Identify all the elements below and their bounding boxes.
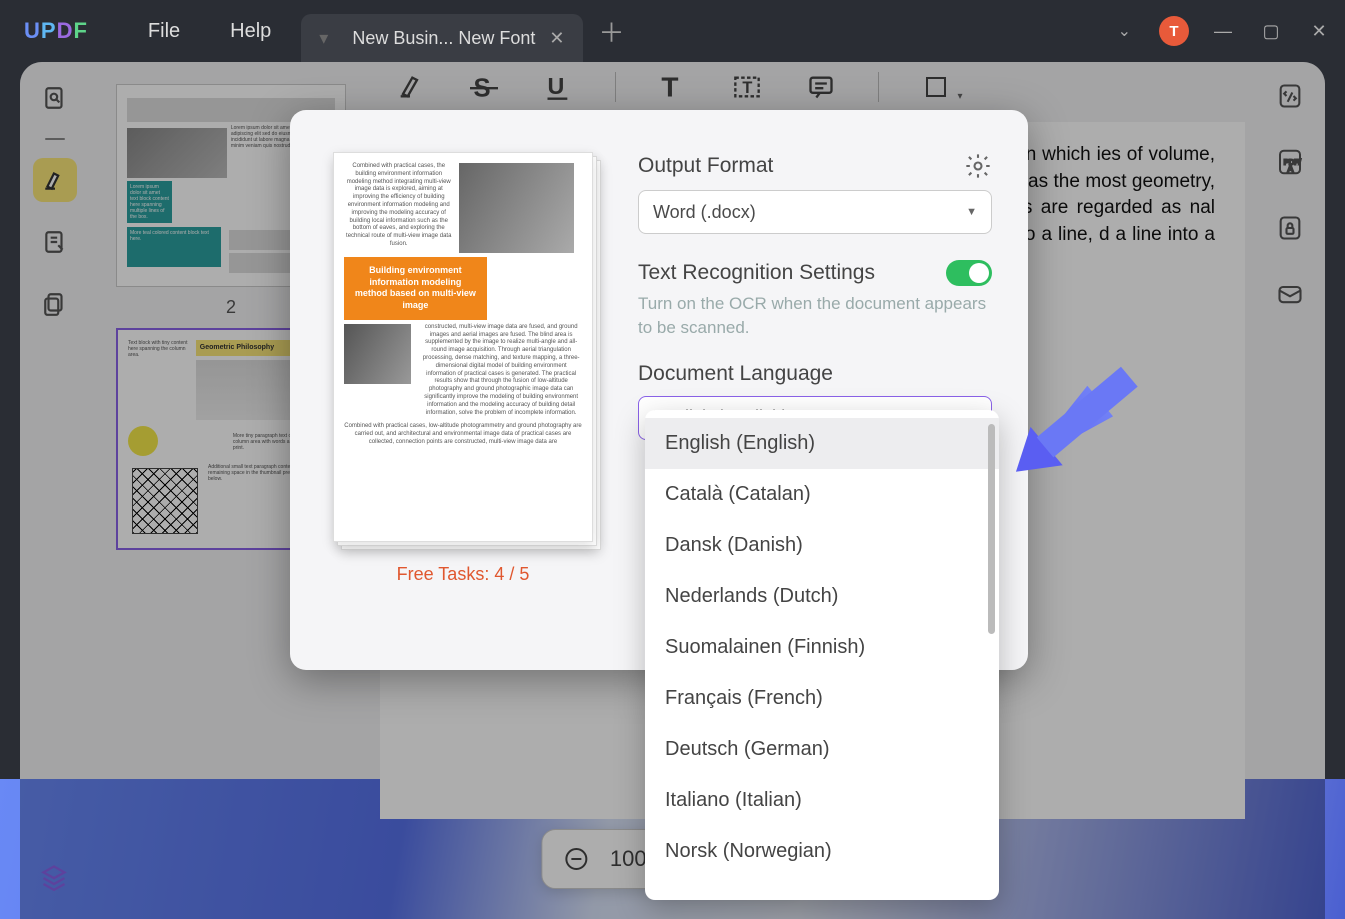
- rail-separator: [45, 138, 65, 140]
- annotation-toolbar: S U T T ▾: [393, 70, 953, 104]
- highlighter-icon[interactable]: [393, 70, 427, 104]
- output-format-value: Word (.docx): [653, 202, 756, 223]
- svg-text:U: U: [547, 73, 564, 99]
- output-format-label: Output Format: [638, 154, 773, 178]
- tab-dropdown-icon[interactable]: ▾: [319, 28, 328, 49]
- ocr-toggle[interactable]: [946, 260, 992, 286]
- tab-title: New Busin... New Font: [352, 28, 535, 49]
- underline-icon[interactable]: U: [541, 70, 575, 104]
- new-tab-button[interactable]: ＋: [599, 13, 625, 50]
- svg-text:A: A: [1288, 164, 1294, 174]
- share-button[interactable]: [1270, 274, 1310, 314]
- menu-help[interactable]: Help: [230, 20, 271, 43]
- preview-heading: Building environment information modelin…: [344, 257, 487, 320]
- left-tool-rail: [28, 76, 82, 326]
- protect-button[interactable]: [1270, 208, 1310, 248]
- window-controls: ⌄ T — ▢ ✕: [1118, 0, 1333, 62]
- svg-text:T: T: [661, 73, 678, 101]
- strikethrough-icon[interactable]: S: [467, 70, 501, 104]
- user-avatar[interactable]: T: [1159, 16, 1189, 46]
- titlebar: UPDF File Help ▾ New Busin... New Font ✕…: [0, 0, 1345, 62]
- dropdown-scrollbar[interactable]: [988, 424, 995, 634]
- toolbar-separator: [615, 72, 616, 102]
- account-dropdown-icon[interactable]: ⌄: [1118, 21, 1131, 41]
- highlight-tool-button[interactable]: [33, 158, 77, 202]
- menu-file[interactable]: File: [148, 20, 180, 43]
- svg-text:T: T: [742, 79, 752, 97]
- language-option[interactable]: Deutsch (German): [645, 724, 999, 775]
- shape-icon[interactable]: ▾: [919, 70, 953, 104]
- minimize-button[interactable]: —: [1209, 21, 1237, 42]
- preview-stack: Combined with practical cases, the build…: [333, 152, 593, 542]
- free-tasks-counter: Free Tasks: 4 / 5: [318, 564, 608, 585]
- right-tool-rail: PDF/A: [1263, 76, 1317, 314]
- shape-dropdown-caret[interactable]: ▾: [957, 91, 962, 102]
- language-option[interactable]: Dansk (Danish): [645, 520, 999, 571]
- language-option[interactable]: Français (French): [645, 673, 999, 724]
- close-button[interactable]: ✕: [1305, 21, 1333, 42]
- tab-close-icon[interactable]: ✕: [549, 28, 564, 49]
- comment-icon[interactable]: [804, 70, 838, 104]
- textbox-icon[interactable]: T: [730, 70, 764, 104]
- toolbar-separator: [878, 72, 879, 102]
- convert-button[interactable]: [1270, 76, 1310, 116]
- tab-bar: ▾ New Busin... New Font ✕ ＋: [301, 0, 624, 62]
- maximize-button[interactable]: ▢: [1257, 21, 1285, 42]
- zoom-out-button[interactable]: [562, 845, 590, 873]
- ocr-help-text: Turn on the OCR when the document appear…: [638, 292, 992, 340]
- edit-tool-button[interactable]: [33, 220, 77, 264]
- document-tab[interactable]: ▾ New Busin... New Font ✕: [301, 14, 582, 62]
- preview-page: Combined with practical cases, the build…: [333, 152, 593, 542]
- language-option[interactable]: Polski (Polish): [645, 877, 999, 892]
- output-format-select[interactable]: Word (.docx) ▼: [638, 190, 992, 234]
- pdfa-button[interactable]: PDF/A: [1270, 142, 1310, 182]
- language-option[interactable]: Català (Catalan): [645, 469, 999, 520]
- layers-button[interactable]: [32, 855, 76, 899]
- text-icon[interactable]: T: [656, 70, 690, 104]
- main-menu: File Help: [148, 20, 271, 43]
- settings-gear-icon[interactable]: [964, 152, 992, 180]
- select-caret-icon: ▼: [966, 206, 977, 218]
- language-option[interactable]: English (English): [645, 418, 999, 469]
- language-dropdown: English (English) Català (Catalan) Dansk…: [645, 410, 999, 900]
- search-tool-button[interactable]: [33, 76, 77, 120]
- pages-tool-button[interactable]: [33, 282, 77, 326]
- language-option[interactable]: Nederlands (Dutch): [645, 571, 999, 622]
- modal-preview-pane: Combined with practical cases, the build…: [318, 152, 608, 650]
- language-option[interactable]: Italiano (Italian): [645, 775, 999, 826]
- language-label: Document Language: [638, 362, 992, 386]
- language-option[interactable]: Norsk (Norwegian): [645, 826, 999, 877]
- app-logo: UPDF: [24, 18, 88, 44]
- ocr-label: Text Recognition Settings: [638, 261, 875, 285]
- language-option[interactable]: Suomalainen (Finnish): [645, 622, 999, 673]
